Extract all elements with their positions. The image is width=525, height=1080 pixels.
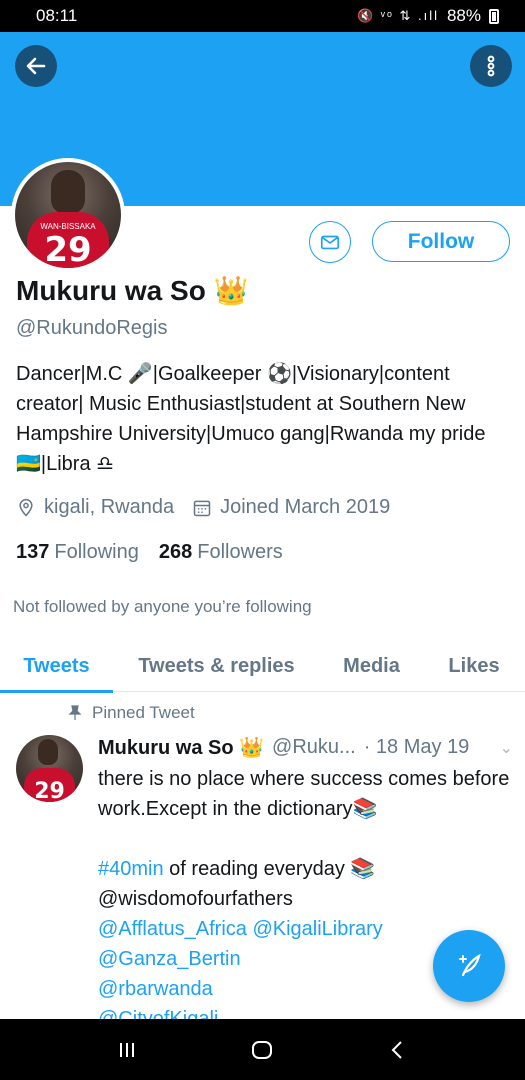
compose-feather-icon	[459, 953, 481, 977]
location-pin-icon	[19, 498, 33, 517]
tweet-avatar-head	[38, 739, 58, 765]
mention-link[interactable]: @wisdomofourfathers	[98, 884, 518, 914]
tweet-date: · 18 May 19	[363, 736, 470, 758]
pin-icon	[68, 705, 82, 720]
mention-link[interactable]: @KigaliLibrary	[252, 918, 382, 940]
following-label: Following	[54, 541, 139, 563]
pinned-tweet-label: Pinned Tweet	[68, 703, 195, 723]
status-time: 08:11	[36, 6, 78, 25]
pinned-text: Pinned Tweet	[92, 703, 195, 722]
followers-stat[interactable]: 268 Followers	[159, 541, 283, 564]
nav-back-icon[interactable]	[386, 1038, 410, 1062]
display-name: Mukuru wa So 👑	[16, 275, 249, 306]
battery-icon	[489, 8, 499, 24]
compose-tweet-button[interactable]	[433, 930, 505, 1002]
jersey-number: 29	[44, 230, 92, 268]
more-vertical-icon	[487, 55, 495, 77]
following-stat[interactable]: 137 Following	[16, 541, 139, 564]
not-followed-text: Not followed by anyone you’re following	[13, 597, 312, 616]
tab-tweets[interactable]: Tweets	[0, 640, 113, 693]
mention-link[interactable]: @Afflatus_Africa	[98, 918, 247, 940]
system-nav-bar	[0, 1019, 525, 1080]
home-icon[interactable]	[249, 1037, 275, 1063]
chevron-down-icon[interactable]: ⌄	[500, 738, 513, 758]
tab-likes[interactable]: Likes	[423, 640, 525, 692]
joined-item: Joined March 2019	[192, 496, 390, 519]
tweet-author-name: Mukuru wa So 👑	[98, 737, 265, 759]
tweet-author-handle: @Ruku...	[272, 736, 356, 758]
profile-tabs: Tweets Tweets & replies Media Likes	[0, 640, 525, 693]
followers-count: 268	[158, 541, 193, 563]
profile-avatar[interactable]: WAN-BISSAKA 29	[11, 158, 125, 272]
avatar-jersey: WAN-BISSAKA 29	[27, 212, 109, 268]
mail-icon	[320, 235, 340, 250]
recent-apps-icon[interactable]	[115, 1038, 139, 1062]
tab-tweets-replies[interactable]: Tweets & replies	[113, 640, 320, 692]
hashtag-link[interactable]: #40min	[98, 858, 164, 880]
profile-meta: kigali, Rwanda Joined March 2019	[16, 496, 408, 519]
profile-handle: @RukundoRegis	[16, 317, 168, 339]
tweet-line-2: #40min of reading everyday 📚	[98, 854, 518, 884]
tweet-line-2-text: of reading everyday 📚	[163, 858, 376, 880]
tweet-line-1: there is no place where success comes be…	[98, 768, 510, 820]
profile-bio: Dancer|M.C 🎤|Goalkeeper ⚽|Visionary|cont…	[16, 363, 486, 475]
avatar-photo: WAN-BISSAKA 29	[15, 162, 121, 268]
more-options-button[interactable]	[470, 45, 512, 87]
back-button[interactable]	[15, 45, 57, 87]
tweet-avatar-jersey: 29	[24, 768, 75, 802]
tweet-avatar[interactable]: 29	[16, 735, 83, 802]
tweet-header: Mukuru wa So 👑 @Ruku... · 18 May 19 ⌄	[98, 735, 513, 760]
tweet-jersey-number: 29	[34, 779, 65, 802]
location-text: kigali, Rwanda	[44, 496, 175, 518]
battery-percent: 88%	[446, 6, 481, 25]
calendar-icon	[193, 500, 211, 516]
followers-label: Followers	[197, 541, 283, 563]
status-bar: 08:11 🔇 ᵛᵒ ⇅ .ıll 88%	[0, 0, 525, 32]
status-right: 🔇 ᵛᵒ ⇅ .ıll 88%	[357, 6, 499, 26]
message-button[interactable]	[309, 221, 351, 263]
avatar-head	[51, 170, 85, 214]
location-item: kigali, Rwanda	[16, 496, 174, 519]
follow-button[interactable]: Follow	[372, 221, 510, 262]
follow-stats: 137 Following 268 Followers	[16, 541, 283, 564]
signal-icons: 🔇 ᵛᵒ ⇅ .ıll	[356, 8, 439, 23]
joined-text: Joined March 2019	[220, 496, 391, 518]
arrow-left-icon	[26, 57, 46, 75]
following-count: 137	[16, 541, 50, 563]
tab-media[interactable]: Media	[320, 640, 423, 692]
